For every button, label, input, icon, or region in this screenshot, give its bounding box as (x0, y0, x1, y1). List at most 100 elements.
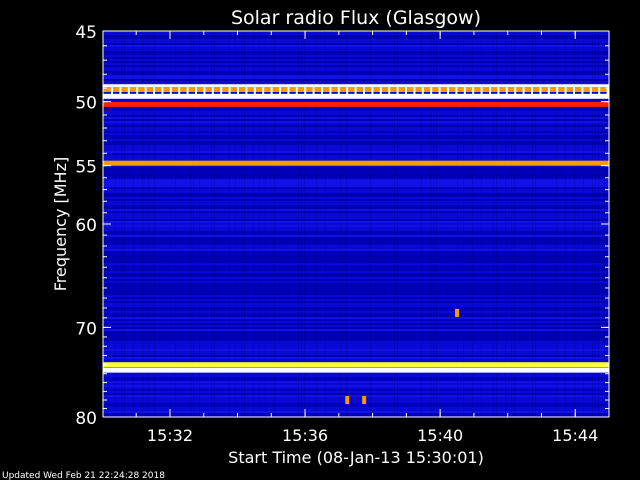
spectrogram-row (103, 231, 609, 233)
interference-spike (119, 86, 122, 97)
spectrogram-row (103, 401, 609, 403)
spectrogram-row (103, 349, 609, 351)
spectrogram-row (103, 207, 609, 209)
spectrogram-row (103, 239, 609, 241)
interference-spike (556, 86, 559, 97)
interference-spike (589, 86, 592, 97)
spectrogram-row (103, 115, 609, 117)
spectrogram-row (103, 117, 609, 119)
interference-spike (371, 86, 374, 97)
spectrogram-row (103, 211, 609, 213)
spectrogram-row (103, 195, 609, 197)
spectrogram-row (103, 375, 609, 377)
spectrogram-row (103, 283, 609, 285)
burst-2 (362, 396, 367, 405)
spectrogram-row (103, 297, 609, 299)
interference-spike (195, 86, 197, 97)
spectrogram-row (103, 173, 609, 175)
interference-band-7 (103, 367, 609, 373)
spectrogram-row (103, 281, 609, 283)
spectrogram-row (103, 277, 609, 279)
spectrogram-row (103, 33, 609, 35)
spectrogram-row (103, 147, 609, 149)
spectrogram-row (103, 67, 609, 69)
interference-spike (497, 86, 500, 97)
spectrogram-row (103, 193, 609, 195)
x-axis-label: Start Time (08-Jan-13 15:30:01) (228, 448, 484, 467)
interference-spike (237, 86, 239, 97)
spectrogram-row (103, 307, 609, 309)
spectrogram-row (103, 309, 609, 311)
spectrogram-row (103, 397, 609, 399)
spectrogram-row (103, 119, 609, 121)
interference-spike (295, 86, 298, 97)
spectrogram-row (103, 55, 609, 57)
spectrogram-row (103, 247, 609, 249)
spectrogram-row (103, 81, 609, 83)
spectrogram-row (103, 219, 609, 221)
spectrogram-row (103, 391, 609, 393)
y-axis-label: Frequency [MHz] (51, 157, 70, 291)
interference-spike (489, 86, 491, 97)
spectrogram-row (103, 223, 609, 225)
spectrogram-row (103, 383, 609, 385)
interference-spike (463, 86, 466, 97)
spectrogram-row (103, 255, 609, 257)
interference-spike (581, 86, 584, 97)
spectrogram-row (103, 111, 609, 113)
spectrogram-row (103, 405, 609, 407)
spectrogram-row (103, 243, 609, 245)
spectrogram-row (103, 267, 609, 269)
spectrogram-row (103, 333, 609, 335)
x-tick-label: 15:32 (147, 426, 193, 445)
y-tick-label: 45 (75, 23, 97, 43)
interference-spike (505, 86, 508, 97)
spectrogram-row (103, 35, 609, 37)
spectrogram-row (103, 385, 609, 387)
spectrogram-row (103, 65, 609, 67)
spectrogram-row (103, 351, 609, 353)
spectrogram-row (103, 185, 609, 187)
spectrogram-row (103, 47, 609, 49)
spectrogram-row (103, 335, 609, 337)
interference-spike (564, 86, 567, 97)
spectrogram-row (103, 249, 609, 251)
spectrogram-row (103, 343, 609, 345)
spectrogram-row (103, 413, 609, 415)
spectrogram-row (103, 359, 609, 361)
interference-spike (388, 86, 391, 97)
interference-spike (547, 86, 550, 97)
spectrogram-row (103, 175, 609, 177)
interference-spike (211, 86, 214, 97)
spectrogram-row (103, 135, 609, 137)
y-tick-label: 55 (75, 158, 97, 178)
interference-spike (455, 86, 458, 97)
interference-spike (220, 86, 223, 97)
interference-spike (573, 86, 575, 97)
spectrogram-row (103, 197, 609, 199)
spectrogram-row (103, 215, 609, 217)
spectrogram-row (103, 271, 609, 273)
spectrogram-row (103, 399, 609, 401)
spectrogram-row (103, 69, 609, 71)
interference-spike (153, 86, 155, 97)
spectrogram-row (103, 259, 609, 261)
spectrogram-row (103, 187, 609, 189)
spectrogram-row (103, 63, 609, 65)
spectrogram-row (103, 177, 609, 179)
interference-spike (379, 86, 382, 97)
spectrogram-row (103, 59, 609, 61)
spectrogram-row (103, 61, 609, 63)
interference-spike (514, 86, 517, 97)
spectrogram-row (103, 409, 609, 411)
spectrogram-row (103, 311, 609, 313)
spectrogram-row (103, 261, 609, 263)
spectrogram-row (103, 221, 609, 223)
spectrogram-row (103, 189, 609, 191)
spectrogram-row (103, 389, 609, 391)
spectrogram-row (103, 49, 609, 51)
spectrogram-row (103, 233, 609, 235)
interference-spike (421, 86, 424, 97)
spectrogram-row (103, 167, 609, 169)
spectrogram-row (103, 257, 609, 259)
